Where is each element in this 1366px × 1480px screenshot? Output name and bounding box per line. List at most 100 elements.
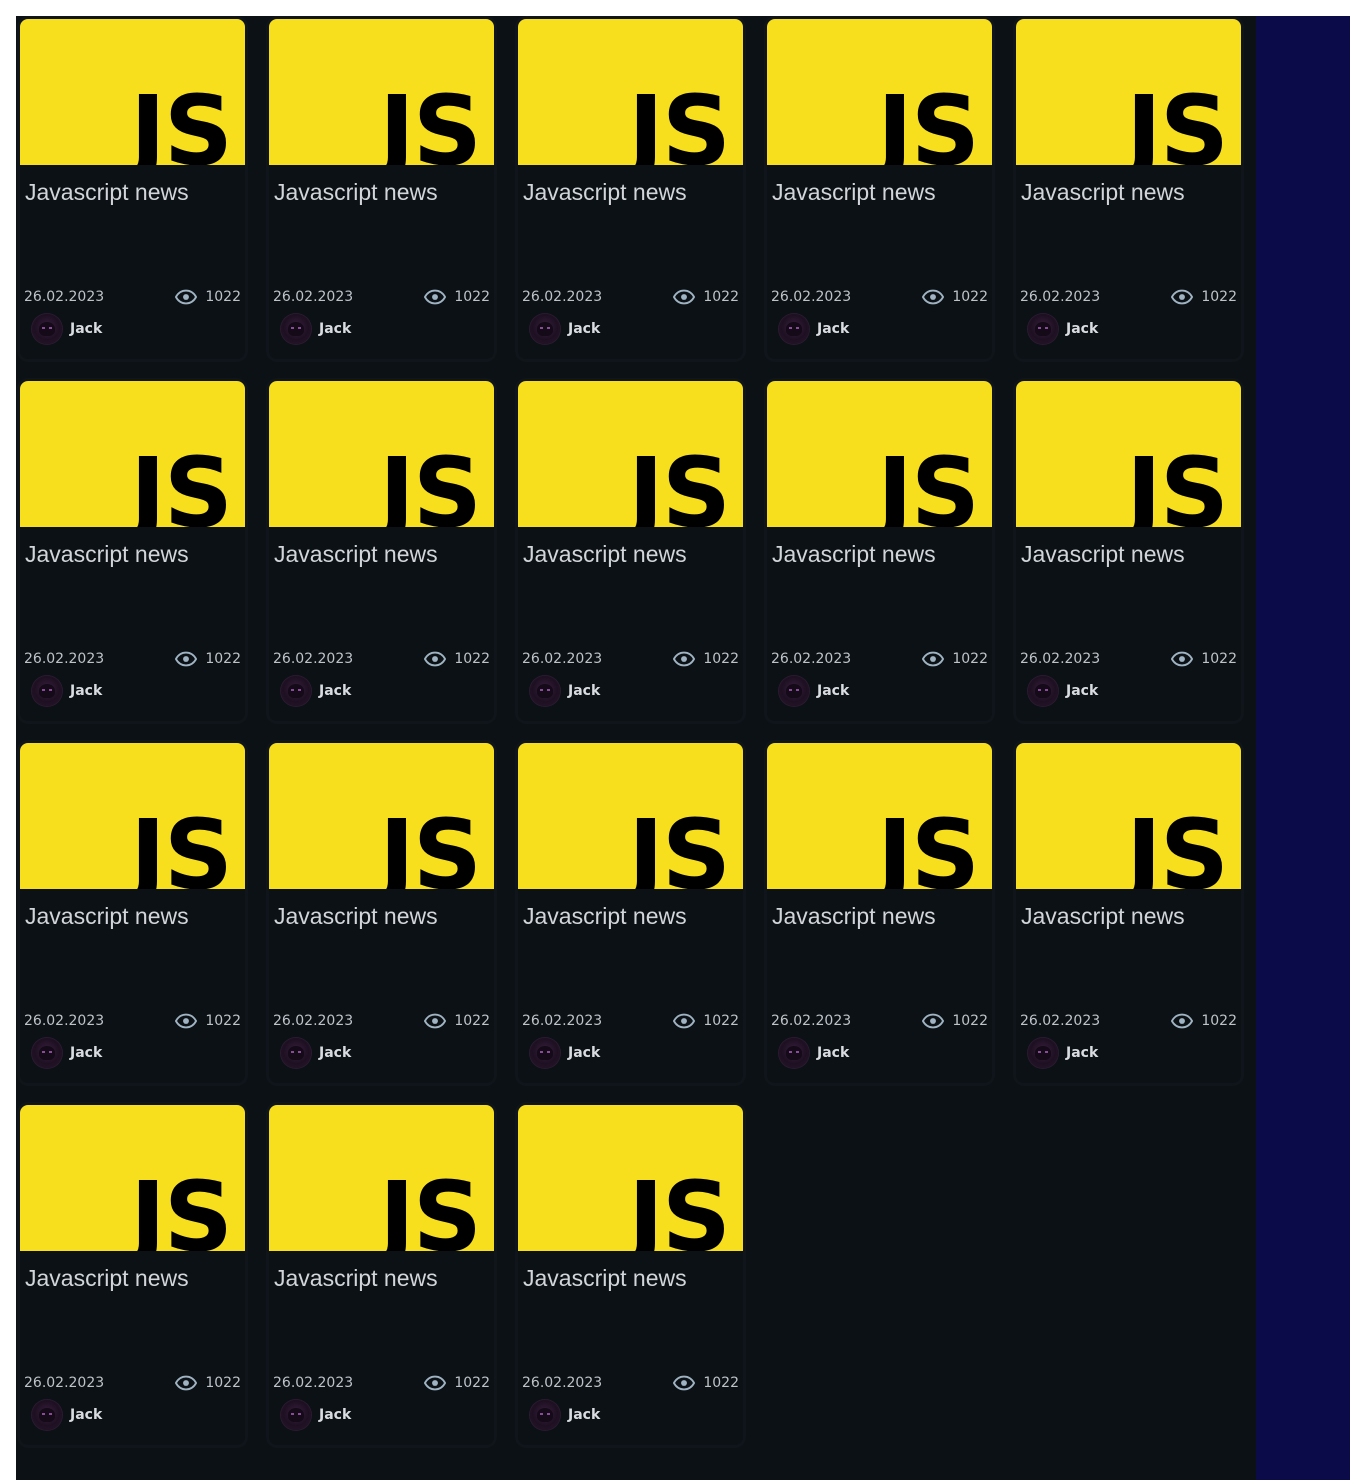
article-thumbnail[interactable]: JS (269, 19, 494, 165)
article-thumbnail[interactable]: JS (518, 19, 743, 165)
eye-icon (922, 1013, 945, 1029)
article-card[interactable]: JS Javascript news 26.02.2023 1022 Jack (20, 381, 245, 721)
article-author[interactable]: Jack (1028, 314, 1098, 344)
article-author[interactable]: Jack (1028, 676, 1098, 706)
article-card[interactable]: JS Javascript news 26.02.2023 1022 Jack (518, 19, 743, 359)
view-count: 1022 (952, 289, 988, 305)
article-date: 26.02.2023 (273, 1375, 354, 1391)
article-title[interactable]: Javascript news (523, 179, 687, 206)
article-thumbnail[interactable]: JS (20, 743, 245, 889)
article-title[interactable]: Javascript news (1021, 541, 1185, 568)
author-name: Jack (319, 683, 352, 699)
article-date: 26.02.2023 (273, 289, 354, 305)
article-title[interactable]: Javascript news (1021, 903, 1185, 930)
view-count: 1022 (703, 1375, 739, 1391)
article-title[interactable]: Javascript news (772, 903, 936, 930)
article-thumbnail[interactable]: JS (1016, 19, 1241, 165)
author-avatar (530, 1400, 560, 1430)
article-title[interactable]: Javascript news (1021, 179, 1185, 206)
article-thumbnail[interactable]: JS (518, 381, 743, 527)
article-author[interactable]: Jack (32, 676, 102, 706)
article-title[interactable]: Javascript news (523, 903, 687, 930)
article-thumbnail[interactable]: JS (767, 381, 992, 527)
article-author[interactable]: Jack (530, 1038, 600, 1068)
article-title[interactable]: Javascript news (274, 541, 438, 568)
article-author[interactable]: Jack (281, 676, 351, 706)
view-count: 1022 (952, 651, 988, 667)
article-title[interactable]: Javascript news (274, 903, 438, 930)
article-author[interactable]: Jack (779, 314, 849, 344)
article-thumbnail[interactable]: JS (20, 19, 245, 165)
article-date: 26.02.2023 (522, 1013, 603, 1029)
article-author[interactable]: Jack (281, 1038, 351, 1068)
article-title[interactable]: Javascript news (25, 179, 189, 206)
article-author[interactable]: Jack (32, 1400, 102, 1430)
article-card[interactable]: JS Javascript news 26.02.2023 1022 Jack (767, 743, 992, 1083)
article-author[interactable]: Jack (530, 676, 600, 706)
article-title[interactable]: Javascript news (274, 1265, 438, 1292)
js-logo: JS (877, 799, 980, 889)
article-thumbnail[interactable]: JS (20, 381, 245, 527)
article-author[interactable]: Jack (530, 1400, 600, 1430)
article-views: 1022 (673, 289, 739, 305)
author-name: Jack (817, 683, 850, 699)
article-views: 1022 (175, 1375, 241, 1391)
js-logo: JS (1126, 799, 1229, 889)
article-thumbnail[interactable]: JS (518, 743, 743, 889)
article-title[interactable]: Javascript news (274, 179, 438, 206)
article-card[interactable]: JS Javascript news 26.02.2023 1022 Jack (269, 19, 494, 359)
article-card[interactable]: JS Javascript news 26.02.2023 1022 Jack (518, 743, 743, 1083)
article-title[interactable]: Javascript news (25, 1265, 189, 1292)
article-date: 26.02.2023 (522, 1375, 603, 1391)
article-card[interactable]: JS Javascript news 26.02.2023 1022 Jack (269, 743, 494, 1083)
article-title[interactable]: Javascript news (523, 1265, 687, 1292)
article-card[interactable]: JS Javascript news 26.02.2023 1022 Jack (1016, 743, 1241, 1083)
article-title[interactable]: Javascript news (25, 903, 189, 930)
article-title[interactable]: Javascript news (772, 541, 936, 568)
article-thumbnail[interactable]: JS (269, 1105, 494, 1251)
article-thumbnail[interactable]: JS (767, 19, 992, 165)
article-thumbnail[interactable]: JS (1016, 381, 1241, 527)
article-card[interactable]: JS Javascript news 26.02.2023 1022 Jack (269, 1105, 494, 1445)
article-date: 26.02.2023 (1020, 289, 1101, 305)
article-author[interactable]: Jack (281, 1400, 351, 1430)
article-card[interactable]: JS Javascript news 26.02.2023 1022 Jack (20, 1105, 245, 1445)
article-date: 26.02.2023 (522, 651, 603, 667)
article-author[interactable]: Jack (1028, 1038, 1098, 1068)
article-card[interactable]: JS Javascript news 26.02.2023 1022 Jack (518, 1105, 743, 1445)
article-card[interactable]: JS Javascript news 26.02.2023 1022 Jack (269, 381, 494, 721)
article-thumbnail[interactable]: JS (20, 1105, 245, 1251)
article-meta: 26.02.2023 1022 (771, 651, 988, 667)
article-card[interactable]: JS Javascript news 26.02.2023 1022 Jack (20, 743, 245, 1083)
article-author[interactable]: Jack (779, 1038, 849, 1068)
article-author[interactable]: Jack (32, 1038, 102, 1068)
article-author[interactable]: Jack (530, 314, 600, 344)
author-name: Jack (70, 321, 103, 337)
article-card[interactable]: JS Javascript news 26.02.2023 1022 Jack (1016, 381, 1241, 721)
article-title[interactable]: Javascript news (25, 541, 189, 568)
article-card[interactable]: JS Javascript news 26.02.2023 1022 Jack (518, 381, 743, 721)
article-card[interactable]: JS Javascript news 26.02.2023 1022 Jack (20, 19, 245, 359)
article-meta: 26.02.2023 1022 (273, 1375, 490, 1391)
article-meta: 26.02.2023 1022 (522, 651, 739, 667)
article-views: 1022 (922, 1013, 988, 1029)
article-author[interactable]: Jack (32, 314, 102, 344)
eye-icon (673, 1375, 696, 1391)
author-avatar (779, 314, 809, 344)
article-thumbnail[interactable]: JS (1016, 743, 1241, 889)
article-thumbnail[interactable]: JS (518, 1105, 743, 1251)
article-card[interactable]: JS Javascript news 26.02.2023 1022 Jack (1016, 19, 1241, 359)
article-thumbnail[interactable]: JS (269, 381, 494, 527)
page-background: JS Javascript news 26.02.2023 1022 Jack … (16, 16, 1350, 1480)
article-meta: 26.02.2023 1022 (24, 651, 241, 667)
article-author[interactable]: Jack (281, 314, 351, 344)
article-thumbnail[interactable]: JS (269, 743, 494, 889)
eye-icon (673, 651, 696, 667)
article-card[interactable]: JS Javascript news 26.02.2023 1022 Jack (767, 19, 992, 359)
article-card[interactable]: JS Javascript news 26.02.2023 1022 Jack (767, 381, 992, 721)
article-thumbnail[interactable]: JS (767, 743, 992, 889)
view-count: 1022 (205, 1013, 241, 1029)
article-title[interactable]: Javascript news (523, 541, 687, 568)
article-title[interactable]: Javascript news (772, 179, 936, 206)
article-author[interactable]: Jack (779, 676, 849, 706)
